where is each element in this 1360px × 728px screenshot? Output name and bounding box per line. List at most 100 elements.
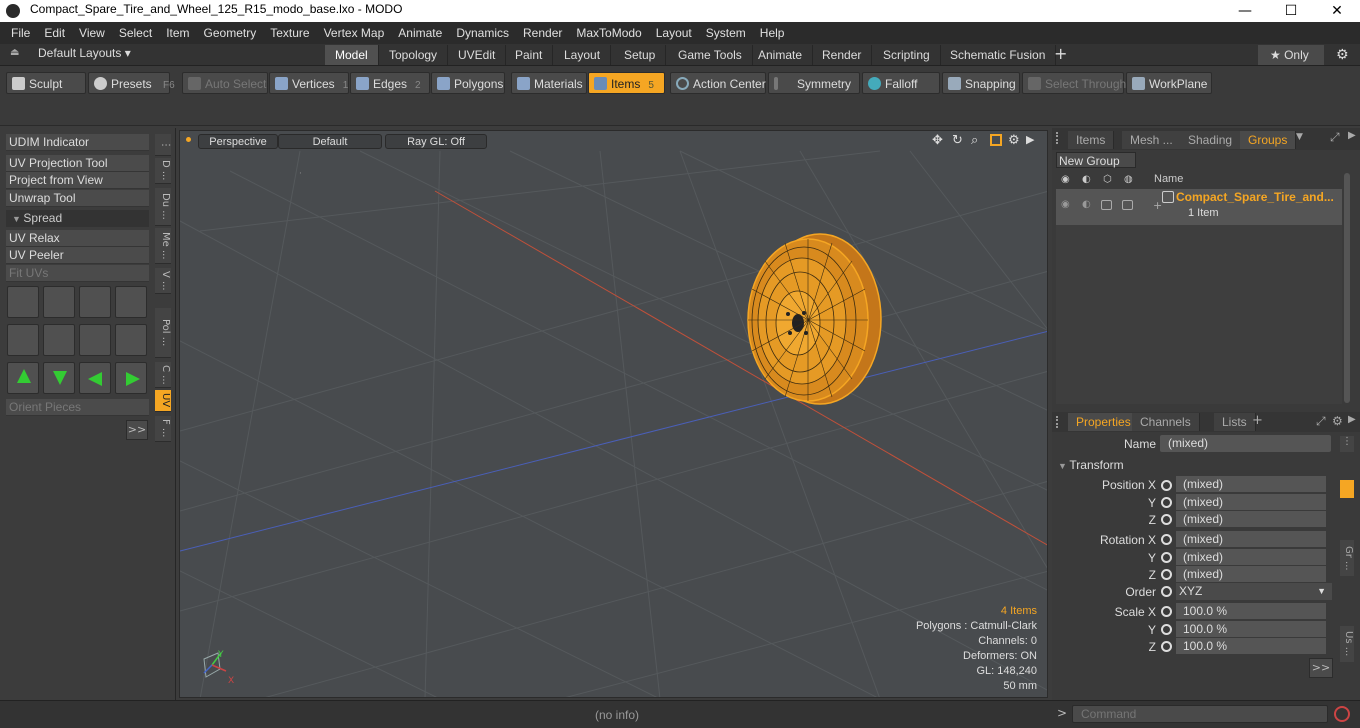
close-button[interactable]: ✕: [1314, 0, 1360, 22]
rotation-x-field[interactable]: (mixed): [1176, 531, 1326, 548]
layout-toggle-icon[interactable]: ⏏: [10, 48, 20, 58]
tab-game-tools[interactable]: Game Tools: [668, 45, 753, 65]
properties-grip-icon[interactable]: [1056, 416, 1062, 428]
rotation-z-key-icon[interactable]: [1161, 569, 1172, 580]
vtab-gr[interactable]: Gr ...: [1340, 540, 1354, 576]
menu-file[interactable]: File: [4, 22, 37, 44]
menu-texture[interactable]: Texture: [263, 22, 316, 44]
panel-expand-icon[interactable]: ▶: [1348, 130, 1356, 141]
properties-more-button[interactable]: >>: [1309, 658, 1333, 678]
row-select-checkbox[interactable]: [1122, 200, 1133, 210]
vtab-us[interactable]: Us ...: [1340, 626, 1354, 662]
panel-grip-icon[interactable]: [1056, 132, 1062, 144]
items-button[interactable]: Items 5: [588, 72, 665, 94]
uv-peeler-button[interactable]: UV Peeler: [6, 247, 149, 264]
viewport-expand-icon[interactable]: ▶: [1026, 133, 1034, 146]
menu-animate[interactable]: Animate: [391, 22, 449, 44]
menu-dynamics[interactable]: Dynamics: [449, 22, 516, 44]
tab-items[interactable]: Items: [1068, 131, 1115, 149]
snapping-button[interactable]: Snapping: [942, 72, 1020, 94]
add-tab-button[interactable]: +: [1054, 44, 1067, 64]
record-icon[interactable]: [1334, 706, 1350, 722]
select-icon[interactable]: ◍: [1124, 174, 1133, 185]
orient-pieces-button[interactable]: Orient Pieces: [6, 399, 149, 416]
polygons-button[interactable]: Polygons: [431, 72, 505, 94]
menu-help[interactable]: Help: [753, 22, 792, 44]
edges-button[interactable]: Edges 2: [350, 72, 430, 94]
arrow-left-icon[interactable]: [79, 362, 111, 394]
arrow-down-icon[interactable]: [43, 362, 75, 394]
expand-icon[interactable]: ⤢: [1330, 130, 1340, 145]
arrow-up-icon[interactable]: [7, 362, 39, 394]
rotation-y-key-icon[interactable]: [1161, 552, 1172, 563]
menu-select[interactable]: Select: [112, 22, 159, 44]
gear-icon[interactable]: ⚙: [1336, 45, 1349, 65]
tab-model[interactable]: Model: [325, 45, 379, 65]
udim-indicator-button[interactable]: UDIM Indicator: [6, 134, 149, 151]
position-x-field[interactable]: (mixed): [1176, 476, 1326, 493]
falloff-button[interactable]: Falloff: [862, 72, 940, 94]
scale-z-key-icon[interactable]: [1161, 641, 1172, 652]
viewport-menu-icon[interactable]: [186, 137, 191, 142]
menu-render[interactable]: Render: [516, 22, 569, 44]
workplane-button[interactable]: WorkPlane: [1126, 72, 1212, 94]
presets-button[interactable]: Presets F6: [88, 72, 175, 94]
vtab-c[interactable]: C ...: [155, 362, 171, 388]
order-key-icon[interactable]: [1161, 586, 1172, 597]
menu-layout[interactable]: Layout: [649, 22, 699, 44]
tab-topology[interactable]: Topology: [379, 45, 449, 65]
uv-projection-tool-button[interactable]: UV Projection Tool: [6, 155, 149, 172]
uv-box-icon[interactable]: [115, 286, 147, 318]
minimize-button[interactable]: —: [1222, 0, 1268, 22]
scale-x-field[interactable]: 100.0 %: [1176, 603, 1326, 620]
maximize-button[interactable]: ☐: [1268, 0, 1314, 22]
tab-shading[interactable]: Shading: [1180, 131, 1242, 149]
spread-section[interactable]: ▼ Spread: [6, 210, 149, 227]
vtab-menu[interactable]: ⋮: [155, 134, 171, 156]
rotation-z-field[interactable]: (mixed): [1176, 566, 1326, 583]
expand-more-button[interactable]: >>: [126, 420, 148, 440]
project-from-view-button[interactable]: Project from View: [6, 172, 149, 189]
row-lock-checkbox[interactable]: [1101, 200, 1112, 210]
vtab-du[interactable]: Du ...: [155, 188, 171, 226]
scale-y-field[interactable]: 100.0 %: [1176, 621, 1326, 638]
rotation-y-field[interactable]: (mixed): [1176, 549, 1326, 566]
select-through-button[interactable]: Select Through: [1022, 72, 1126, 94]
groups-scrollbar[interactable]: [1344, 173, 1350, 403]
raygl-toggle[interactable]: Ray GL: Off: [385, 134, 487, 149]
menu-view[interactable]: View: [72, 22, 112, 44]
row-visibility-icon[interactable]: ◉: [1061, 199, 1070, 210]
tab-lists[interactable]: Lists: [1214, 413, 1256, 431]
command-input[interactable]: [1072, 705, 1328, 723]
menu-geometry[interactable]: Geometry: [197, 22, 264, 44]
menu-system[interactable]: System: [699, 22, 753, 44]
fit-uvs-button[interactable]: Fit UVs: [6, 265, 149, 282]
tab-uvedit[interactable]: UVEdit: [448, 45, 507, 65]
symmetry-button[interactable]: Symmetry: [768, 72, 860, 94]
vtab-d[interactable]: D ...: [155, 158, 171, 184]
uv-scale-icon[interactable]: [79, 286, 111, 318]
fit-view-icon[interactable]: [990, 134, 1002, 146]
uv-move-icon[interactable]: [7, 286, 39, 318]
properties-vtab-active[interactable]: [1340, 480, 1354, 498]
uv-grid-icon[interactable]: [43, 324, 75, 356]
perspective-dropdown[interactable]: Perspective: [198, 134, 278, 149]
unwrap-tool-button[interactable]: Unwrap Tool: [6, 190, 149, 207]
transform-section[interactable]: ▼ Transform: [1058, 458, 1124, 472]
tab-setup[interactable]: Setup: [614, 45, 667, 65]
uv-sphere-icon[interactable]: [115, 324, 147, 356]
vtab-pol[interactable]: Pol ...: [155, 308, 171, 358]
tab-animate[interactable]: Animate: [748, 45, 814, 65]
uv-cylinder-icon[interactable]: [7, 324, 39, 356]
menu-edit[interactable]: Edit: [37, 22, 72, 44]
menu-item[interactable]: Item: [159, 22, 196, 44]
auto-select-button[interactable]: Auto Select: [182, 72, 268, 94]
position-z-field[interactable]: (mixed): [1176, 511, 1326, 528]
tab-channels[interactable]: Channels: [1132, 413, 1200, 431]
vtab-me[interactable]: Me ...: [155, 228, 171, 264]
position-y-field[interactable]: (mixed): [1176, 494, 1326, 511]
menu-vertex-map[interactable]: Vertex Map: [317, 22, 392, 44]
sculpt-button[interactable]: Sculpt: [6, 72, 86, 94]
tire-wireframe[interactable]: [747, 233, 882, 405]
position-z-key-icon[interactable]: [1161, 514, 1172, 525]
